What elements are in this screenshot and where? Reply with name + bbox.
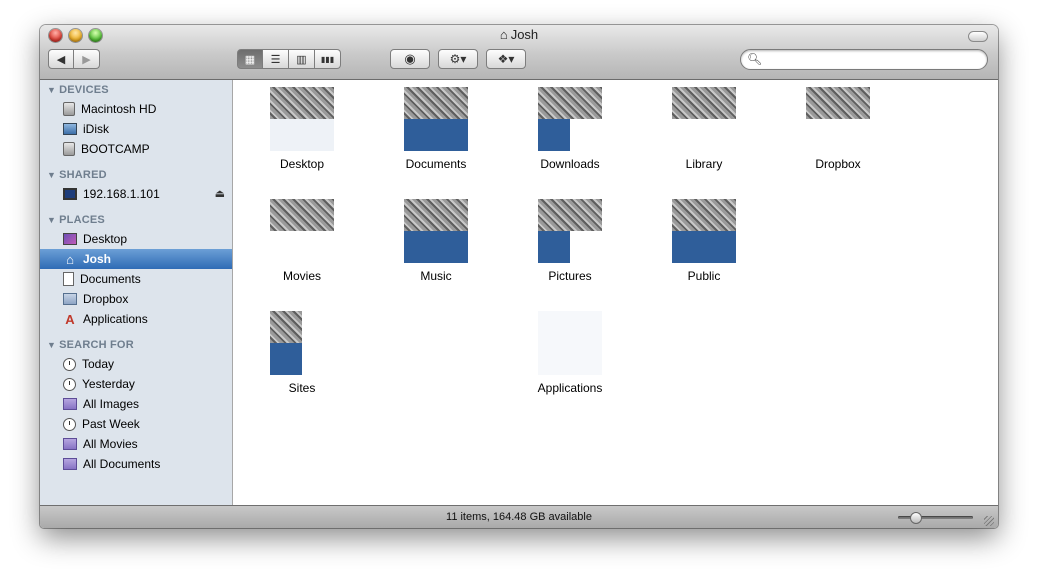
document-icon (63, 272, 74, 286)
eject-icon[interactable]: ⏏ (215, 187, 225, 200)
quick-look-button[interactable]: ◉ (390, 49, 430, 69)
sidebar-item-all-images[interactable]: All Images (40, 394, 232, 414)
sidebar-item-yesterday[interactable]: Yesterday (40, 374, 232, 394)
search-icon: 🔍︎ (747, 52, 763, 66)
hard-drive-icon (63, 102, 75, 116)
folder-icon (270, 199, 334, 263)
clock-icon (63, 377, 76, 391)
file-item-dropbox[interactable]: Dropbox (778, 87, 898, 171)
folder-icon (538, 87, 602, 151)
folder-icon (672, 87, 736, 151)
resize-grip-icon[interactable] (984, 516, 994, 526)
sidebar-item-all-movies[interactable]: All Movies (40, 434, 232, 454)
sidebar-section-shared[interactable]: ▼ SHARED (47, 169, 107, 181)
back-button[interactable]: ◀ (48, 49, 74, 69)
disclosure-triangle-icon: ▼ (47, 340, 57, 350)
sidebar-item-documents[interactable]: Documents (40, 269, 232, 289)
file-item-desktop[interactable]: Desktop (242, 87, 362, 171)
finder-window: ⌂ Josh ◀ ▶ ▦ ☰ ▥ ▮▮▮ ◉ ⚙▾ ❖▾ 🔍︎ ▼ DEVICES (40, 25, 998, 528)
toolbar-toggle-button[interactable] (968, 31, 988, 42)
file-item-sites[interactable]: Sites (242, 311, 362, 395)
desktop-icon (63, 233, 77, 245)
sidebar-item-josh[interactable]: ⌂ Josh (40, 249, 232, 269)
folder-icon (270, 87, 334, 151)
icon-size-slider[interactable] (898, 512, 973, 524)
view-mode-control: ▦ ☰ ▥ ▮▮▮ (237, 49, 341, 69)
file-item-library[interactable]: Library (644, 87, 764, 171)
column-view-icon: ▥ (296, 53, 307, 66)
sidebar-item-desktop[interactable]: Desktop (40, 229, 232, 249)
eye-icon: ◉ (404, 51, 416, 66)
disclosure-triangle-icon: ▼ (47, 215, 57, 225)
column-view-button[interactable]: ▥ (289, 49, 315, 69)
forward-button[interactable]: ▶ (74, 49, 100, 69)
disclosure-triangle-icon: ▼ (47, 170, 57, 180)
applications-icon: A (65, 311, 75, 327)
dropbox-icon: ❖▾ (497, 52, 515, 66)
folder-icon (672, 199, 736, 263)
status-bar: 11 items, 164.48 GB available (40, 505, 998, 528)
back-forward-control: ◀ ▶ (48, 49, 100, 69)
list-view-button[interactable]: ☰ (263, 49, 289, 69)
dropbox-icon (63, 293, 77, 305)
idisk-icon (63, 123, 77, 135)
dropbox-folder-icon (806, 87, 870, 151)
sidebar-item-macintosh-hd[interactable]: Macintosh HD (40, 99, 232, 119)
coverflow-view-icon: ▮▮▮ (320, 54, 335, 64)
sidebar-item-all-documents[interactable]: All Documents (40, 454, 232, 474)
file-item-applications[interactable]: Applications (510, 311, 630, 395)
file-item-music[interactable]: Music (376, 199, 496, 283)
toolbar: ⌂ Josh ◀ ▶ ▦ ☰ ▥ ▮▮▮ ◉ ⚙▾ ❖▾ 🔍︎ (40, 25, 998, 80)
disclosure-triangle-icon: ▼ (47, 85, 57, 95)
sidebar-item-idisk[interactable]: iDisk (40, 119, 232, 139)
sidebar-section-places[interactable]: ▼ PLACES (47, 214, 105, 226)
smart-folder-icon (63, 458, 77, 470)
search-field[interactable]: 🔍︎ (740, 49, 988, 70)
clock-icon (63, 357, 76, 371)
folder-icon (270, 311, 334, 375)
sidebar-item-past-week[interactable]: Past Week (40, 414, 232, 434)
smart-folder-icon (63, 438, 77, 450)
sidebar: ▼ DEVICES Macintosh HD iDisk BOOTCAMP ▼ SH… (40, 80, 233, 505)
clock-icon (63, 417, 76, 431)
file-browser-area: Desktop Documents Downloads Library Drop… (233, 80, 998, 505)
folder-icon (538, 199, 602, 263)
sidebar-item-today[interactable]: Today (40, 354, 232, 374)
sidebar-item-bootcamp[interactable]: BOOTCAMP (40, 139, 232, 159)
smart-folder-icon (63, 398, 77, 410)
list-view-icon: ☰ (270, 53, 281, 66)
sidebar-item-dropbox[interactable]: Dropbox (40, 289, 232, 309)
icon-view-button[interactable]: ▦ (237, 49, 263, 69)
sidebar-section-search-for[interactable]: ▼ SEARCH FOR (47, 339, 134, 351)
file-item-documents[interactable]: Documents (376, 87, 496, 171)
file-item-movies[interactable]: Movies (242, 199, 362, 283)
window-title: ⌂ Josh (499, 27, 539, 42)
slider-knob[interactable] (910, 512, 922, 524)
folder-icon (404, 87, 468, 151)
action-menu-button[interactable]: ⚙▾ (438, 49, 478, 69)
file-item-downloads[interactable]: Downloads (510, 87, 630, 171)
file-item-public[interactable]: Public (644, 199, 764, 283)
folder-icon (404, 199, 468, 263)
sidebar-section-devices[interactable]: ▼ DEVICES (47, 84, 109, 96)
hard-drive-icon (63, 142, 75, 156)
home-icon: ⌂ (66, 251, 74, 267)
dropbox-menu-button[interactable]: ❖▾ (486, 49, 526, 69)
coverflow-view-button[interactable]: ▮▮▮ (315, 49, 341, 69)
back-arrow-icon: ◀ (56, 53, 66, 66)
file-item-pictures[interactable]: Pictures (510, 199, 630, 283)
monitor-icon (63, 188, 77, 200)
home-icon: ⌂ (499, 27, 508, 42)
gear-icon: ⚙▾ (449, 52, 467, 66)
forward-arrow-icon: ▶ (82, 53, 91, 66)
sidebar-item-shared-server[interactable]: 192.168.1.101 ⏏ (40, 184, 232, 204)
applications-folder-icon (538, 311, 602, 375)
sidebar-item-applications[interactable]: A Applications (40, 309, 232, 329)
search-input[interactable] (763, 52, 982, 69)
status-text: 11 items, 164.48 GB available (446, 511, 592, 523)
icon-view-icon: ▦ (244, 53, 256, 66)
